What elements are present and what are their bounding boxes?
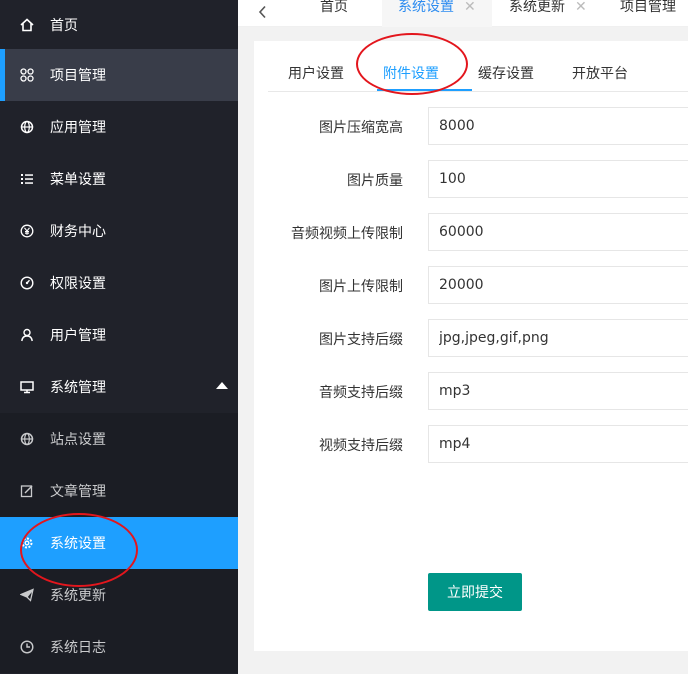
- tab-home[interactable]: 首页: [320, 0, 348, 27]
- form-row: 图片上传限制: [254, 266, 688, 304]
- globe-icon: [20, 120, 34, 134]
- tab-system-update[interactable]: 系统更新 ✕: [509, 0, 587, 27]
- sidebar-item-project-management[interactable]: 项目管理: [0, 49, 238, 101]
- sidebar-item-app-management[interactable]: 应用管理: [0, 101, 238, 153]
- tab-label: 系统设置: [398, 0, 454, 15]
- sidebar-item-label: 菜单设置: [50, 172, 106, 188]
- monitor-icon: [20, 380, 34, 394]
- field-label: 图片支持后缀: [319, 332, 403, 348]
- form-row: 音频支持后缀: [254, 372, 688, 410]
- tab-label: 系统更新: [509, 0, 565, 15]
- close-icon[interactable]: ✕: [464, 0, 476, 15]
- gear-icon: [20, 536, 34, 550]
- submit-button[interactable]: 立即提交: [428, 573, 522, 611]
- sidebar-item-label: 权限设置: [50, 276, 106, 292]
- tab-project-management[interactable]: 项目管理: [620, 0, 676, 27]
- sidebar-item-menu-settings[interactable]: 菜单设置: [0, 153, 238, 205]
- sidebar-item-system-update[interactable]: 系统更新: [0, 569, 238, 621]
- sidebar-item-system-log[interactable]: 系统日志: [0, 621, 238, 673]
- globe-icon: [20, 432, 34, 446]
- sidebar-item-system-settings[interactable]: 系统设置: [0, 517, 238, 569]
- settings-panel: 用户设置 附件设置 缓存设置 开放平台 图片压缩宽高 图片质量 音频视频上传限制…: [254, 41, 688, 651]
- sidebar-item-home[interactable]: 首页: [0, 0, 238, 49]
- field-label: 图片质量: [347, 173, 403, 189]
- tab-cache-settings[interactable]: 缓存设置: [478, 63, 534, 83]
- av-upload-limit-input[interactable]: [428, 213, 688, 251]
- field-label: 视频支持后缀: [319, 438, 403, 454]
- field-label: 图片上传限制: [319, 279, 403, 295]
- sidebar-item-label: 用户管理: [50, 328, 106, 344]
- form-row: 图片质量: [254, 160, 688, 198]
- sidebar-item-permission-settings[interactable]: 权限设置: [0, 257, 238, 309]
- field-label: 图片压缩宽高: [319, 120, 403, 136]
- clock-icon: [20, 640, 34, 654]
- sidebar-item-label: 站点设置: [50, 432, 106, 448]
- tab-user-settings[interactable]: 用户设置: [288, 63, 344, 83]
- field-label: 音频支持后缀: [319, 385, 403, 401]
- sidebar-item-article-management[interactable]: 文章管理: [0, 465, 238, 517]
- sidebar-item-finance-center[interactable]: 财务中心: [0, 205, 238, 257]
- list-icon: [20, 172, 34, 186]
- sidebar-item-site-settings[interactable]: 站点设置: [0, 413, 238, 465]
- tab-attachment-settings[interactable]: 附件设置: [383, 63, 439, 83]
- sidebar-item-label: 应用管理: [50, 120, 106, 136]
- video-extensions-input[interactable]: [428, 425, 688, 463]
- dashboard-icon: [20, 276, 34, 290]
- caret-up-icon[interactable]: [216, 382, 228, 389]
- active-tab-indicator: [377, 89, 472, 91]
- close-icon[interactable]: ✕: [575, 0, 587, 15]
- sidebar-item-label: 系统设置: [50, 536, 106, 552]
- sidebar-item-user-management[interactable]: 用户管理: [0, 309, 238, 361]
- user-icon: [20, 328, 34, 342]
- sidebar-item-label: 系统日志: [50, 640, 106, 656]
- settings-tabs: 用户设置 附件设置 缓存设置 开放平台: [268, 41, 688, 92]
- form-row: 图片压缩宽高: [254, 107, 688, 145]
- sidebar-item-label: 财务中心: [50, 224, 106, 240]
- chevron-left-icon[interactable]: [254, 3, 272, 21]
- yen-icon: [20, 224, 34, 238]
- edit-icon: [20, 484, 34, 498]
- sidebar: 首页 项目管理 应用管理 菜单设置 财务中心 权限设置 用户管理 系统管理 站点…: [0, 0, 238, 674]
- audio-extensions-input[interactable]: [428, 372, 688, 410]
- tab-label: 首页: [320, 0, 348, 15]
- sidebar-item-label: 系统更新: [50, 588, 106, 604]
- apps-icon: [20, 68, 34, 82]
- field-label: 音频视频上传限制: [291, 226, 403, 242]
- sidebar-item-label: 首页: [50, 17, 78, 34]
- tab-open-platform[interactable]: 开放平台: [572, 63, 628, 83]
- image-compress-size-input[interactable]: [428, 107, 688, 145]
- form-row: 视频支持后缀: [254, 425, 688, 463]
- sidebar-item-label: 系统管理: [50, 380, 106, 396]
- tab-system-settings[interactable]: 系统设置 ✕: [382, 0, 492, 27]
- tab-label: 项目管理: [620, 0, 676, 15]
- image-upload-limit-input[interactable]: [428, 266, 688, 304]
- image-extensions-input[interactable]: [428, 319, 688, 357]
- sidebar-item-system-management[interactable]: 系统管理: [0, 361, 238, 413]
- tab-bar: 首页 系统设置 ✕ 系统更新 ✕ 项目管理: [238, 0, 688, 27]
- image-quality-input[interactable]: [428, 160, 688, 198]
- sidebar-item-label: 文章管理: [50, 484, 106, 500]
- sidebar-item-label: 项目管理: [50, 68, 106, 84]
- form-row: 图片支持后缀: [254, 319, 688, 357]
- send-icon: [20, 588, 34, 602]
- form-row: 音频视频上传限制: [254, 213, 688, 251]
- home-icon: [20, 17, 34, 32]
